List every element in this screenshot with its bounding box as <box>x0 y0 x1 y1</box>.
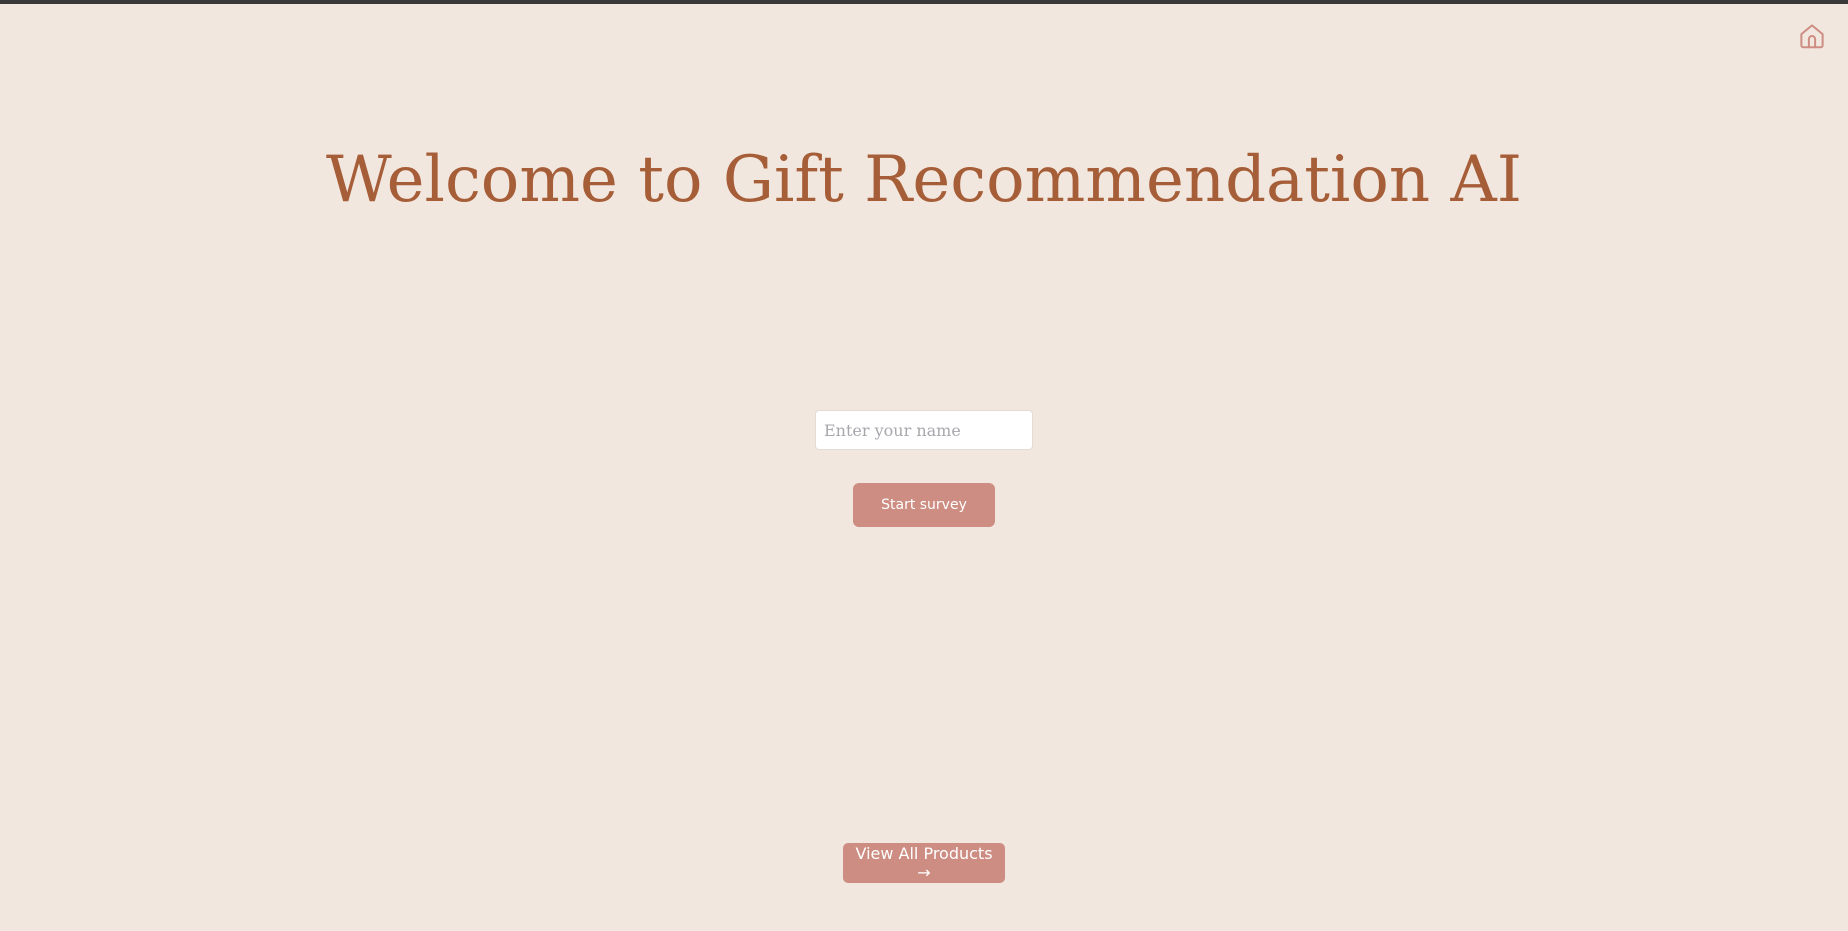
start-survey-button[interactable]: Start survey <box>853 483 995 527</box>
home-icon <box>1797 21 1827 51</box>
browser-top-bar <box>0 0 1848 4</box>
page-title: Welcome to Gift Recommendation AI <box>326 143 1522 217</box>
view-all-products-button[interactable]: View All Products → <box>843 843 1005 883</box>
name-input[interactable] <box>815 410 1033 450</box>
home-button[interactable] <box>1796 20 1828 52</box>
